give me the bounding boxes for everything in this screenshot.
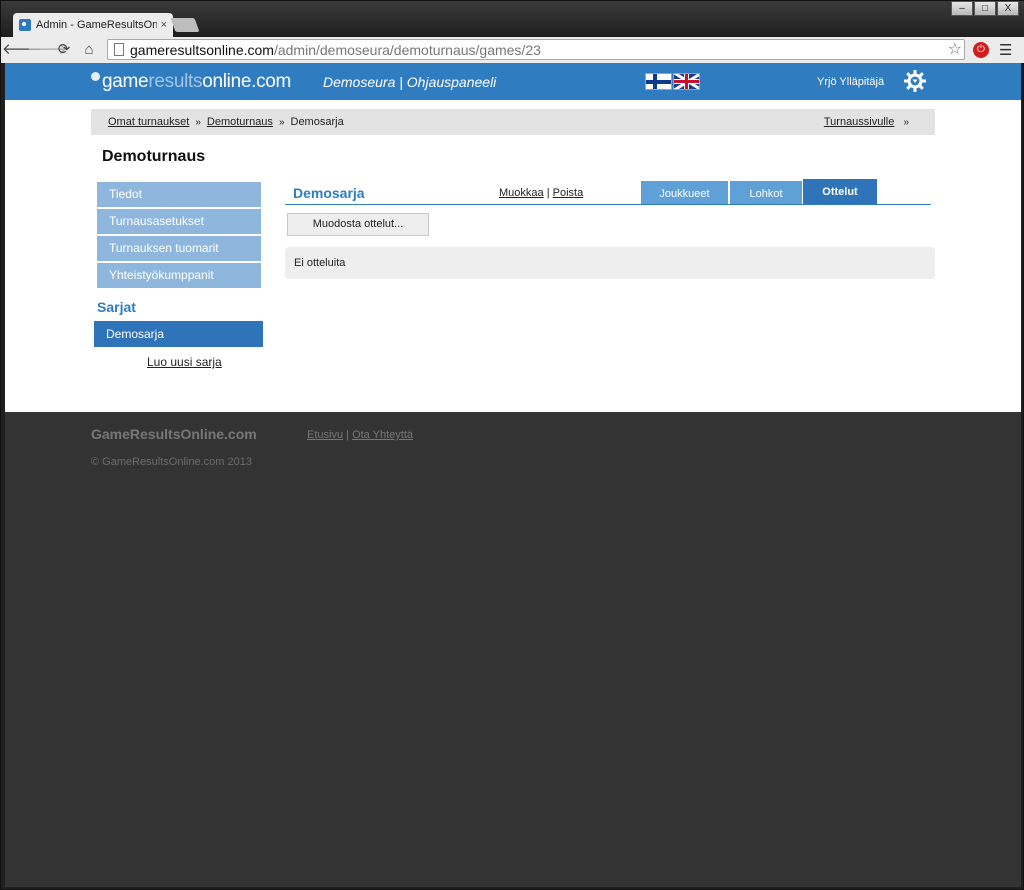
breadcrumb-my-tournaments[interactable]: Omat turnaukset <box>108 116 189 128</box>
page-title: Demoturnaus <box>102 148 206 165</box>
maximize-button[interactable]: □ <box>974 1 996 16</box>
footer-contact-link[interactable]: Ota Yhteyttä <box>352 429 413 441</box>
tab-groups[interactable]: Lohkot <box>730 181 802 204</box>
main-content: Omat turnaukset » Demoturnaus » Demosarj… <box>5 100 1021 412</box>
url-path: /admin/demoseura/demoturnaus/games/23 <box>273 41 541 58</box>
site-header: gameresultsonline.com Demoseura | Ohjaus… <box>5 63 1021 100</box>
url-host: gameresultsonline.com <box>130 41 274 58</box>
sidebar-item-tournament-settings[interactable]: Turnausasetukset <box>97 209 261 234</box>
address-bar[interactable]: gameresultsonline.com/admin/demoseura/de… <box>107 39 965 60</box>
back-icon[interactable]: 🡐 <box>2 38 42 62</box>
home-icon[interactable]: ⌂ <box>77 38 101 62</box>
sidebar-item-referees[interactable]: Turnauksen tuomarit <box>97 236 261 261</box>
tab-title: Admin - GameResultsOnli <box>36 19 157 31</box>
tournament-page-link[interactable]: Turnaussivulle <box>824 116 895 128</box>
logo-dot-icon <box>91 72 100 81</box>
tournament-page-link-wrap: Turnaussivulle » <box>824 116 915 128</box>
edit-series-link[interactable]: Muokkaa <box>499 187 544 199</box>
minimize-button[interactable]: – <box>951 1 973 16</box>
breadcrumb-separator-icon: » <box>195 116 201 128</box>
uk-flag-icon[interactable] <box>673 73 700 90</box>
browser-window: Admin - GameResultsOnli × – □ X 🡐 🡒 ⟳ ⌂ … <box>0 0 1024 890</box>
delete-series-link[interactable]: Poista <box>553 187 584 199</box>
forward-icon[interactable]: 🡒 <box>27 38 67 62</box>
series-title: Demosarja <box>293 185 365 201</box>
site-logo[interactable]: gameresultsonline.com <box>91 71 291 93</box>
logo-part-online: online.com <box>202 71 292 92</box>
breadcrumb-separator-icon: » <box>903 117 909 128</box>
action-separator: | <box>546 187 550 199</box>
tab-close-icon[interactable]: × <box>161 19 167 31</box>
tab-divider <box>285 204 931 205</box>
footer-home-link[interactable]: Etusivu <box>307 429 343 441</box>
settings-gear-icon[interactable] <box>903 69 927 93</box>
browser-toolbar: 🡐 🡒 ⟳ ⌂ gameresultsonline.com/admin/demo… <box>1 37 1024 63</box>
footer-copyright: © GameResultsOnline.com 2013 <box>91 456 252 468</box>
breadcrumb-tournament[interactable]: Demoturnaus <box>207 116 273 128</box>
club-panel-title: Demoseura | Ohjauspaneeli <box>323 74 497 90</box>
breadcrumb-current: Demosarja <box>290 116 344 128</box>
browser-menu-icon[interactable]: ☰ <box>999 41 1012 59</box>
logo-part-results: results <box>148 71 203 92</box>
new-tab-button[interactable] <box>170 18 200 32</box>
reload-icon[interactable]: ⟳ <box>52 38 76 62</box>
series-actions: Muokkaa | Poista <box>499 187 583 199</box>
tab-teams[interactable]: Joukkueet <box>641 181 728 204</box>
sidebar-item-partners[interactable]: Yhteistyökumppanit <box>97 263 261 288</box>
sidebar-item-demosarja[interactable]: Demosarja <box>94 321 263 347</box>
finnish-flag-icon[interactable] <box>645 73 672 90</box>
browser-tab[interactable]: Admin - GameResultsOnli × <box>13 13 173 37</box>
series-heading: Sarjat <box>97 299 136 315</box>
browser-titlebar: Admin - GameResultsOnli × – □ X <box>1 1 1024 37</box>
breadcrumb: Omat turnaukset » Demoturnaus » Demosarj… <box>91 109 935 135</box>
create-series-link[interactable]: Luo uusi sarja <box>147 355 222 369</box>
empty-games-message: Ei otteluita <box>285 247 935 279</box>
breadcrumb-separator-icon: » <box>278 116 285 128</box>
generate-games-button[interactable]: Muodosta ottelut... <box>287 213 429 236</box>
user-name[interactable]: Yrjö Ylläpitäjä <box>817 76 884 88</box>
extension-icon[interactable]: ⏻ <box>973 42 989 58</box>
footer-brand: GameResultsOnline.com <box>91 426 257 442</box>
sidebar-item-info[interactable]: Tiedot <box>97 182 261 207</box>
window-controls: – □ X <box>950 1 1019 16</box>
footer-link-separator: | <box>346 429 349 441</box>
logo-part-game: game <box>102 71 149 92</box>
footer-links: Etusivu | Ota Yhteyttä <box>307 429 413 441</box>
page-viewport: gameresultsonline.com Demoseura | Ohjaus… <box>5 63 1021 887</box>
close-window-button[interactable]: X <box>997 1 1019 16</box>
bookmark-star-icon[interactable]: ☆ <box>948 40 962 59</box>
page-icon <box>114 43 124 56</box>
favicon-icon <box>19 19 31 31</box>
tab-games[interactable]: Ottelut <box>803 179 877 204</box>
